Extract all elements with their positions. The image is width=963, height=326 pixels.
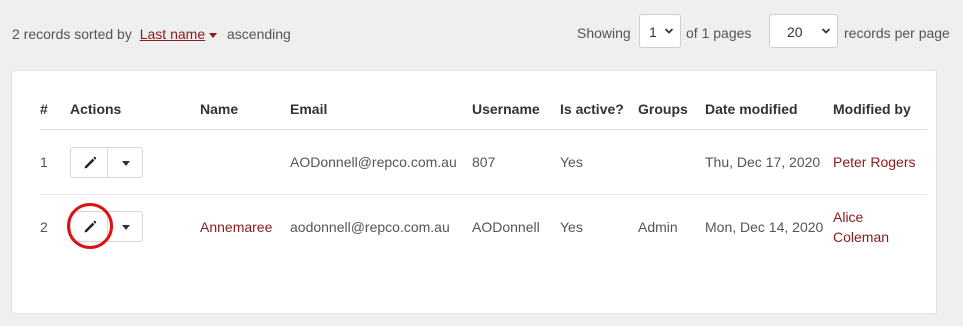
date-modified-cell: Thu, Dec 17, 2020 [705, 129, 833, 195]
sort-caret-icon[interactable] [209, 32, 218, 38]
per-page-select[interactable]: 20 [769, 14, 838, 48]
row-number: 1 [40, 129, 70, 195]
sort-direction: ascending [227, 26, 291, 42]
active-cell: Yes [560, 129, 638, 195]
of-pages-label: of 1 pages [686, 25, 752, 41]
column-header-username[interactable]: Username [472, 99, 560, 130]
actions-dropdown-button[interactable] [107, 146, 143, 178]
sort-field-link[interactable]: Last name [140, 26, 205, 42]
column-header-is-active[interactable]: Is active? [560, 99, 638, 130]
actions-dropdown-button[interactable] [107, 211, 143, 243]
username-cell: AODonnell [472, 218, 540, 235]
column-header-groups[interactable]: Groups [638, 99, 705, 130]
column-header-email[interactable]: Email [290, 99, 472, 130]
caret-down-icon [122, 160, 130, 166]
column-header-actions: Actions [70, 99, 200, 130]
pencil-icon [84, 221, 97, 233]
column-header-date-modified[interactable]: Date modified [705, 99, 833, 130]
email-cell: AODonnell@repco.com.au [290, 129, 472, 195]
name-cell[interactable] [200, 129, 290, 195]
row-actions [70, 129, 200, 195]
sort-summary-prefix: 2 records sorted by [12, 26, 132, 42]
per-page-select-value: 20 [787, 24, 803, 40]
active-cell: Yes [560, 218, 583, 235]
modified-by-link[interactable]: Alice Coleman [833, 195, 927, 259]
chevron-down-icon [821, 28, 831, 34]
edit-button[interactable] [70, 211, 108, 243]
showing-label: Showing [577, 25, 631, 41]
edit-button[interactable] [70, 146, 108, 178]
name-link[interactable]: Annemaree [200, 195, 290, 259]
table-row: 2 Annemaree aodonnell@repco.com.au AODon… [40, 195, 927, 259]
action-button-group [70, 146, 144, 178]
users-table: # Actions Name Email Username Is active?… [40, 99, 927, 259]
column-header-num: # [40, 99, 70, 130]
username-cell: 807 [472, 129, 560, 195]
results-panel: # Actions Name Email Username Is active?… [11, 70, 937, 314]
column-header-name[interactable]: Name [200, 99, 290, 130]
page-select[interactable]: 1 [639, 14, 681, 48]
table-header-row: # Actions Name Email Username Is active?… [40, 99, 927, 130]
row-actions [67, 195, 200, 259]
list-toolbar: 2 records sorted by Last name ascending … [0, 0, 963, 70]
action-button-group [67, 203, 144, 250]
table-row: 1 AODonnell@repco.com.au 807 Yes Thu, De… [40, 129, 927, 195]
date-modified-cell: Mon, Dec 14, 2020 [705, 218, 824, 235]
page-select-value: 1 [649, 24, 657, 40]
row-number: 2 [40, 218, 48, 235]
chevron-down-icon [664, 28, 674, 34]
per-page-label: records per page [844, 25, 950, 41]
caret-down-icon [122, 225, 130, 231]
sort-summary: 2 records sorted by Last name ascending [12, 26, 291, 42]
pencil-icon [84, 156, 97, 168]
modified-by-link[interactable]: Peter Rogers [833, 129, 927, 195]
groups-cell [638, 129, 705, 195]
email-cell: aodonnell@repco.com.au [290, 218, 450, 235]
column-header-modified-by[interactable]: Modified by [833, 99, 927, 130]
groups-cell: Admin [638, 218, 678, 235]
